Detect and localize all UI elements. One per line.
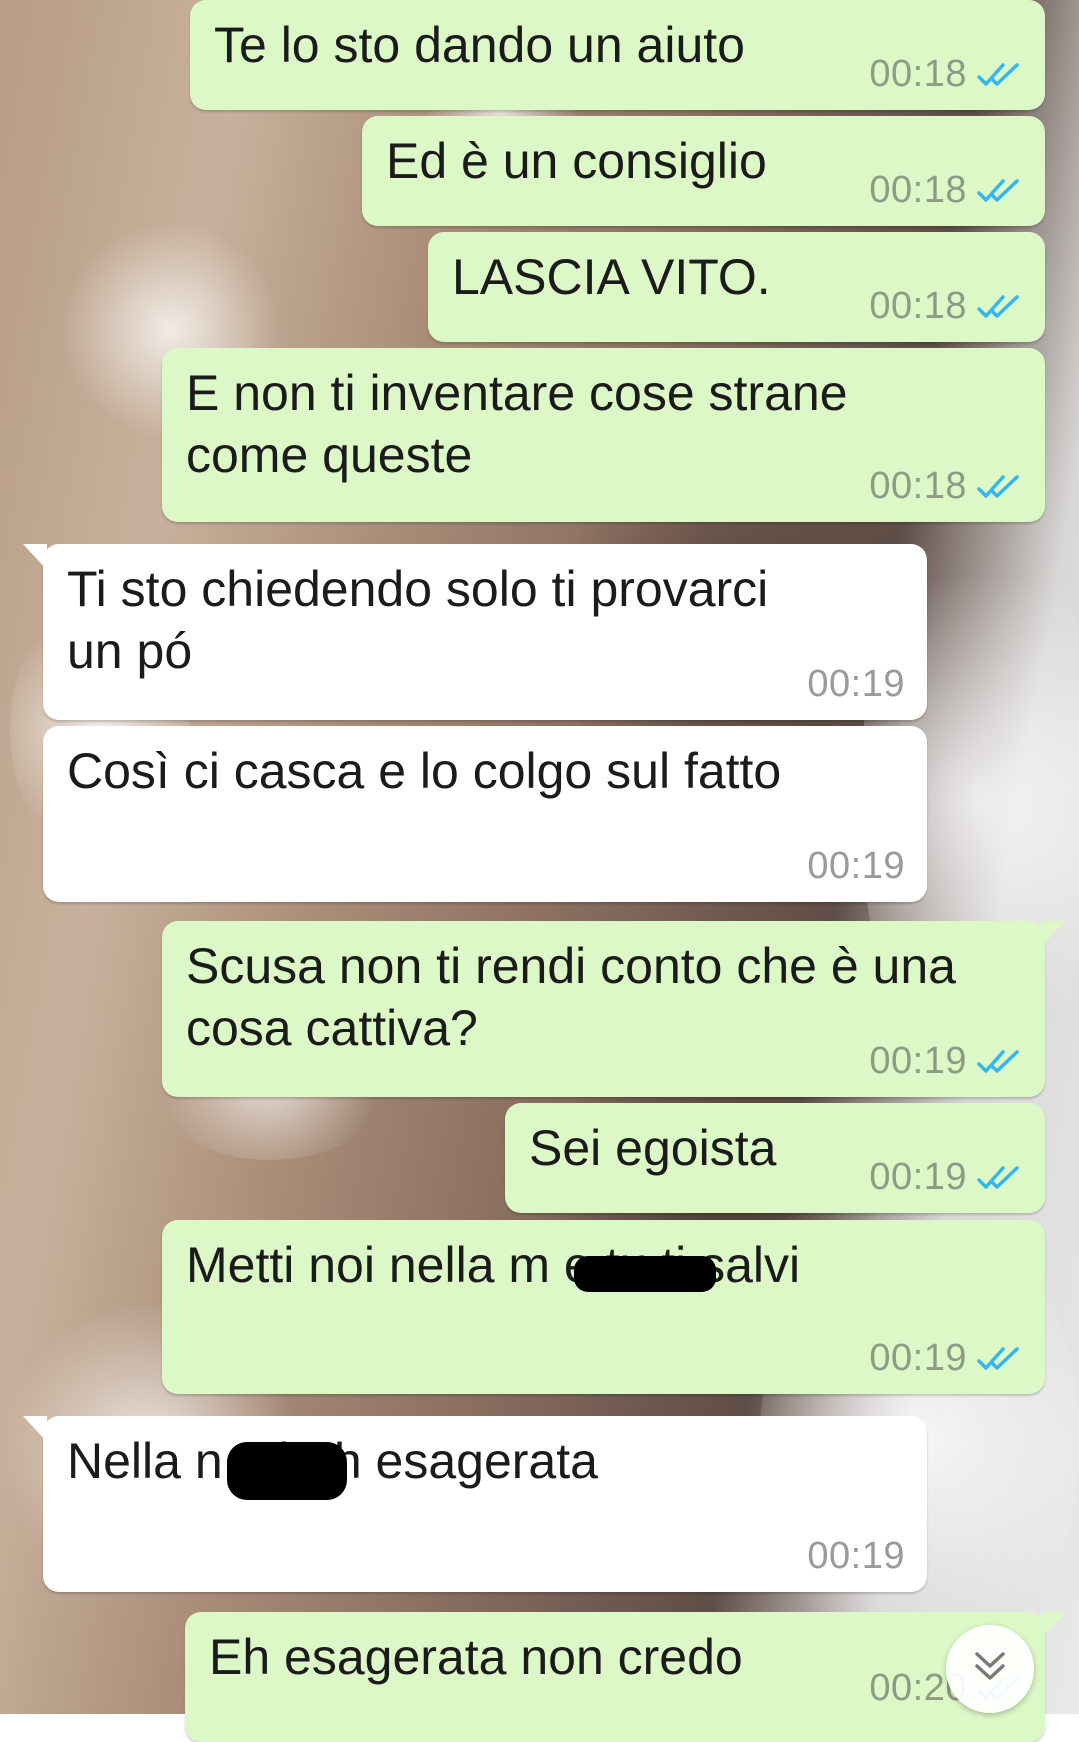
message-incoming[interactable]: Così ci casca e lo colgo sul fatto 00:19 bbox=[43, 726, 927, 902]
message-time: 00:18 bbox=[869, 465, 967, 507]
message-outgoing[interactable]: E non ti inventare cose strane come ques… bbox=[162, 348, 1045, 522]
message-time: 00:19 bbox=[807, 845, 905, 887]
message-outgoing[interactable]: LASCIA VITO. 00:18 bbox=[428, 232, 1045, 342]
message-time: 00:19 bbox=[807, 1535, 905, 1577]
message-incoming[interactable]: Ti sto chiedendo solo ti provarci un pó … bbox=[23, 544, 927, 720]
message-outgoing[interactable]: Eh esagerata non credo 00:20 bbox=[185, 1612, 1065, 1742]
message-time: 00:18 bbox=[869, 169, 967, 211]
message-text: Ti sto chiedendo solo ti provarci un pó bbox=[67, 561, 769, 679]
message-time: 00:19 bbox=[869, 1337, 967, 1379]
double-chevron-down-icon bbox=[969, 1646, 1011, 1693]
message-time: 00:18 bbox=[869, 285, 967, 327]
read-receipt-icon bbox=[977, 293, 1023, 321]
message-time: 00:19 bbox=[869, 1156, 967, 1198]
message-text: E non ti inventare cose strane come ques… bbox=[186, 365, 848, 483]
read-receipt-icon bbox=[977, 1164, 1023, 1192]
message-time: 00:18 bbox=[869, 53, 967, 95]
read-receipt-icon bbox=[977, 1345, 1023, 1373]
message-outgoing[interactable]: Metti noi nella m e tu ti salvi 00:19 bbox=[162, 1220, 1045, 1394]
message-text: Te lo sto dando un aiuto bbox=[214, 17, 745, 73]
message-time: 00:19 bbox=[807, 663, 905, 705]
read-receipt-icon bbox=[977, 473, 1023, 501]
message-incoming[interactable]: Nella n a bah esagerata 00:19 bbox=[23, 1416, 927, 1592]
message-text: LASCIA VITO. bbox=[452, 249, 771, 305]
message-time: 00:19 bbox=[869, 1040, 967, 1082]
message-outgoing[interactable]: Te lo sto dando un aiuto 00:18 bbox=[190, 0, 1045, 110]
message-text: Eh esagerata non credo bbox=[209, 1629, 743, 1685]
message-text: Sei egoista bbox=[529, 1120, 777, 1176]
message-list[interactable]: Te lo sto dando un aiuto 00:18 Ed è un c… bbox=[0, 0, 1079, 1742]
scroll-to-bottom-button[interactable] bbox=[946, 1625, 1034, 1713]
read-receipt-icon bbox=[977, 1048, 1023, 1076]
read-receipt-icon bbox=[977, 61, 1023, 89]
message-text: Così ci casca e lo colgo sul fatto bbox=[67, 743, 782, 799]
message-outgoing[interactable]: Scusa non ti rendi conto che è una cosa … bbox=[162, 921, 1065, 1097]
message-outgoing[interactable]: Ed è un consiglio 00:18 bbox=[362, 116, 1045, 226]
message-text: Scusa non ti rendi conto che è una cosa … bbox=[186, 938, 956, 1056]
message-outgoing[interactable]: Sei egoista 00:19 bbox=[505, 1103, 1045, 1213]
read-receipt-icon bbox=[977, 177, 1023, 205]
redaction-mark bbox=[574, 1256, 716, 1292]
redaction-mark bbox=[227, 1442, 347, 1500]
message-text: Ed è un consiglio bbox=[386, 133, 767, 189]
